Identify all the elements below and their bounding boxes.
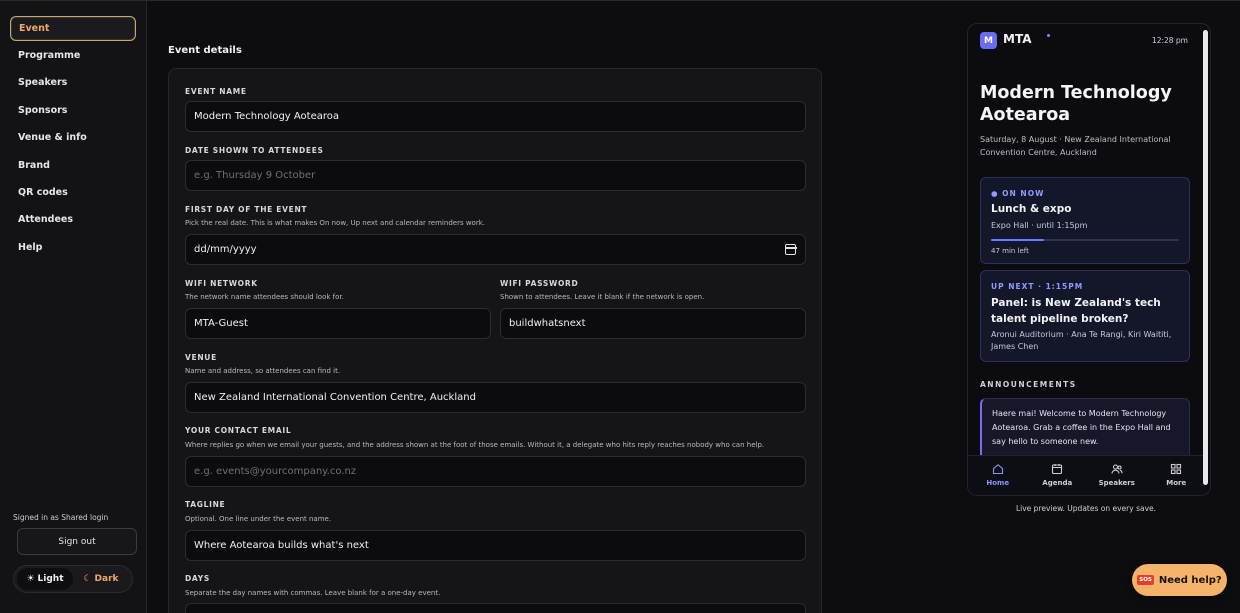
event-name-label: EVENT NAME [185, 87, 247, 96]
preview-tab-agenda[interactable]: Agenda [1028, 456, 1088, 495]
preview-brand: MTA [1003, 32, 1032, 46]
section-title: Event details [168, 45, 242, 56]
up-next-meta: Aronui Auditorium · Ana Te Rangi, Kiri W… [991, 330, 1172, 351]
preview-event-subtitle: Saturday, 8 August · New Zealand Interna… [980, 135, 1171, 157]
need-help-label: Need help? [1158, 574, 1222, 586]
theme-light-label: Light [37, 574, 64, 584]
theme-toggle: ☀ Light ☾ Dark [13, 565, 133, 593]
preview-tab-more-label: More [1166, 479, 1187, 487]
preview-tab-more[interactable]: More [1147, 456, 1207, 495]
calendar-icon[interactable] [784, 244, 797, 255]
app-root: Event Programme Speakers Sponsors Venue … [0, 0, 1240, 613]
people-icon [1111, 464, 1123, 474]
sun-icon: ☀ [26, 574, 35, 584]
on-now-kicker: ● ON NOW [991, 189, 1045, 198]
tagline-hint: Optional. One line under the event name. [185, 515, 332, 523]
days-input[interactable] [185, 603, 806, 613]
preview-caption: Live preview. Updates on every save. [1015, 504, 1157, 513]
wifi-password-input[interactable]: buildwhatsnext [500, 308, 806, 339]
theme-light-option[interactable]: ☀ Light [17, 568, 73, 590]
preview-scrollbar[interactable] [1203, 30, 1208, 485]
wifi-password-hint: Shown to attendees. Leave it blank if th… [500, 293, 705, 301]
first-day-value: dd/mm/yyyy [194, 244, 257, 255]
first-day-hint: Pick the real date. This is what makes O… [185, 219, 485, 227]
tagline-label: TAGLINE [185, 500, 226, 509]
event-details-card: EVENT NAME Modern Technology Aotearoa DA… [168, 68, 822, 613]
sidebar-item-attendees[interactable]: Attendees [10, 208, 136, 233]
preview-on-now-card[interactable]: ● ON NOW Lunch & expo Expo Hall · until … [980, 177, 1190, 264]
signed-in-text: Signed in as Shared login [13, 513, 109, 522]
days-hint: Separate the day names with commas. Leav… [185, 589, 441, 597]
preview-tab-home-label: Home [986, 479, 1010, 487]
preview-logo: M [980, 32, 997, 49]
grid-icon [1171, 463, 1182, 475]
preview-status-dot [1047, 34, 1050, 37]
up-next-title: Panel: is New Zealand's tech talent pipe… [991, 297, 1161, 325]
sidebar-item-speakers[interactable]: Speakers [10, 71, 136, 96]
preview-tab-bar: Home Agenda Speakers More [968, 455, 1206, 495]
on-now-title: Lunch & expo [991, 203, 1072, 215]
preview-tab-speakers-label: Speakers [1098, 479, 1135, 487]
first-day-date-input[interactable]: dd/mm/yyyy [185, 234, 806, 265]
contact-email-hint: Where replies go when we email your gues… [185, 441, 765, 449]
home-icon [992, 464, 1003, 475]
sidebar-item-brand[interactable]: Brand [10, 154, 136, 179]
wifi-password-label: WIFI PASSWORD [500, 279, 579, 288]
sidebar: Event Programme Speakers Sponsors Venue … [0, 1, 147, 613]
contact-email-input[interactable]: e.g. events@yourcompany.co.nz [185, 456, 806, 487]
sos-icon: SOS [1137, 575, 1154, 585]
theme-dark-label: Dark [94, 574, 119, 584]
theme-dark-option[interactable]: ☾ Dark [73, 568, 129, 590]
sidebar-item-event[interactable]: Event [10, 16, 136, 41]
calendar-icon [1052, 464, 1063, 475]
tagline-input[interactable]: Where Aotearoa builds what's next [185, 530, 806, 561]
sidebar-item-sponsors[interactable]: Sponsors [10, 99, 136, 124]
sidebar-item-help[interactable]: Help [10, 236, 136, 261]
wifi-network-label: WIFI NETWORK [185, 279, 258, 288]
live-preview-phone: M MTA 12:28 pm Modern Technology Aotearo… [967, 23, 1211, 496]
sidebar-item-programme[interactable]: Programme [10, 44, 136, 69]
first-day-label: FIRST DAY OF THE EVENT [185, 205, 308, 214]
venue-input[interactable]: New Zealand International Convention Cen… [185, 382, 806, 413]
contact-email-label: YOUR CONTACT EMAIL [185, 426, 292, 435]
on-now-progress [991, 239, 1179, 241]
date-shown-input[interactable]: e.g. Thursday 9 October [185, 160, 806, 191]
on-now-time-left: 47 min left [991, 247, 1029, 255]
days-label: DAYS [185, 574, 210, 583]
up-next-kicker: UP NEXT · 1:15PM [991, 282, 1084, 291]
date-shown-label: DATE SHOWN TO ATTENDEES [185, 146, 324, 155]
preview-tab-speakers[interactable]: Speakers [1087, 456, 1147, 495]
wifi-network-hint: The network name attendees should look f… [185, 293, 344, 301]
preview-tab-agenda-label: Agenda [1042, 479, 1073, 487]
venue-hint: Name and address, so attendees can find … [185, 367, 341, 375]
preview-tab-home[interactable]: Home [968, 456, 1028, 495]
wifi-network-input[interactable]: MTA-Guest [185, 308, 491, 339]
on-now-progress-fill [991, 239, 1044, 241]
event-name-input[interactable]: Modern Technology Aotearoa [185, 101, 806, 132]
preview-up-next-card[interactable]: UP NEXT · 1:15PM Panel: is New Zealand's… [980, 270, 1190, 362]
need-help-button[interactable]: SOS Need help? [1132, 564, 1227, 596]
sidebar-item-venue-info[interactable]: Venue & info [10, 126, 136, 151]
moon-icon: ☾ [83, 574, 92, 584]
preview-time: 12:28 pm [1151, 36, 1188, 45]
announcements-label: ANNOUNCEMENTS [980, 380, 1077, 389]
on-now-meta: Expo Hall · until 1:15pm [991, 221, 1088, 230]
preview-event-title: Modern Technology Aotearoa [980, 83, 1172, 125]
sidebar-item-qr-codes[interactable]: QR codes [10, 181, 136, 206]
venue-label: VENUE [185, 353, 217, 362]
sign-out-button[interactable]: Sign out [17, 528, 137, 555]
